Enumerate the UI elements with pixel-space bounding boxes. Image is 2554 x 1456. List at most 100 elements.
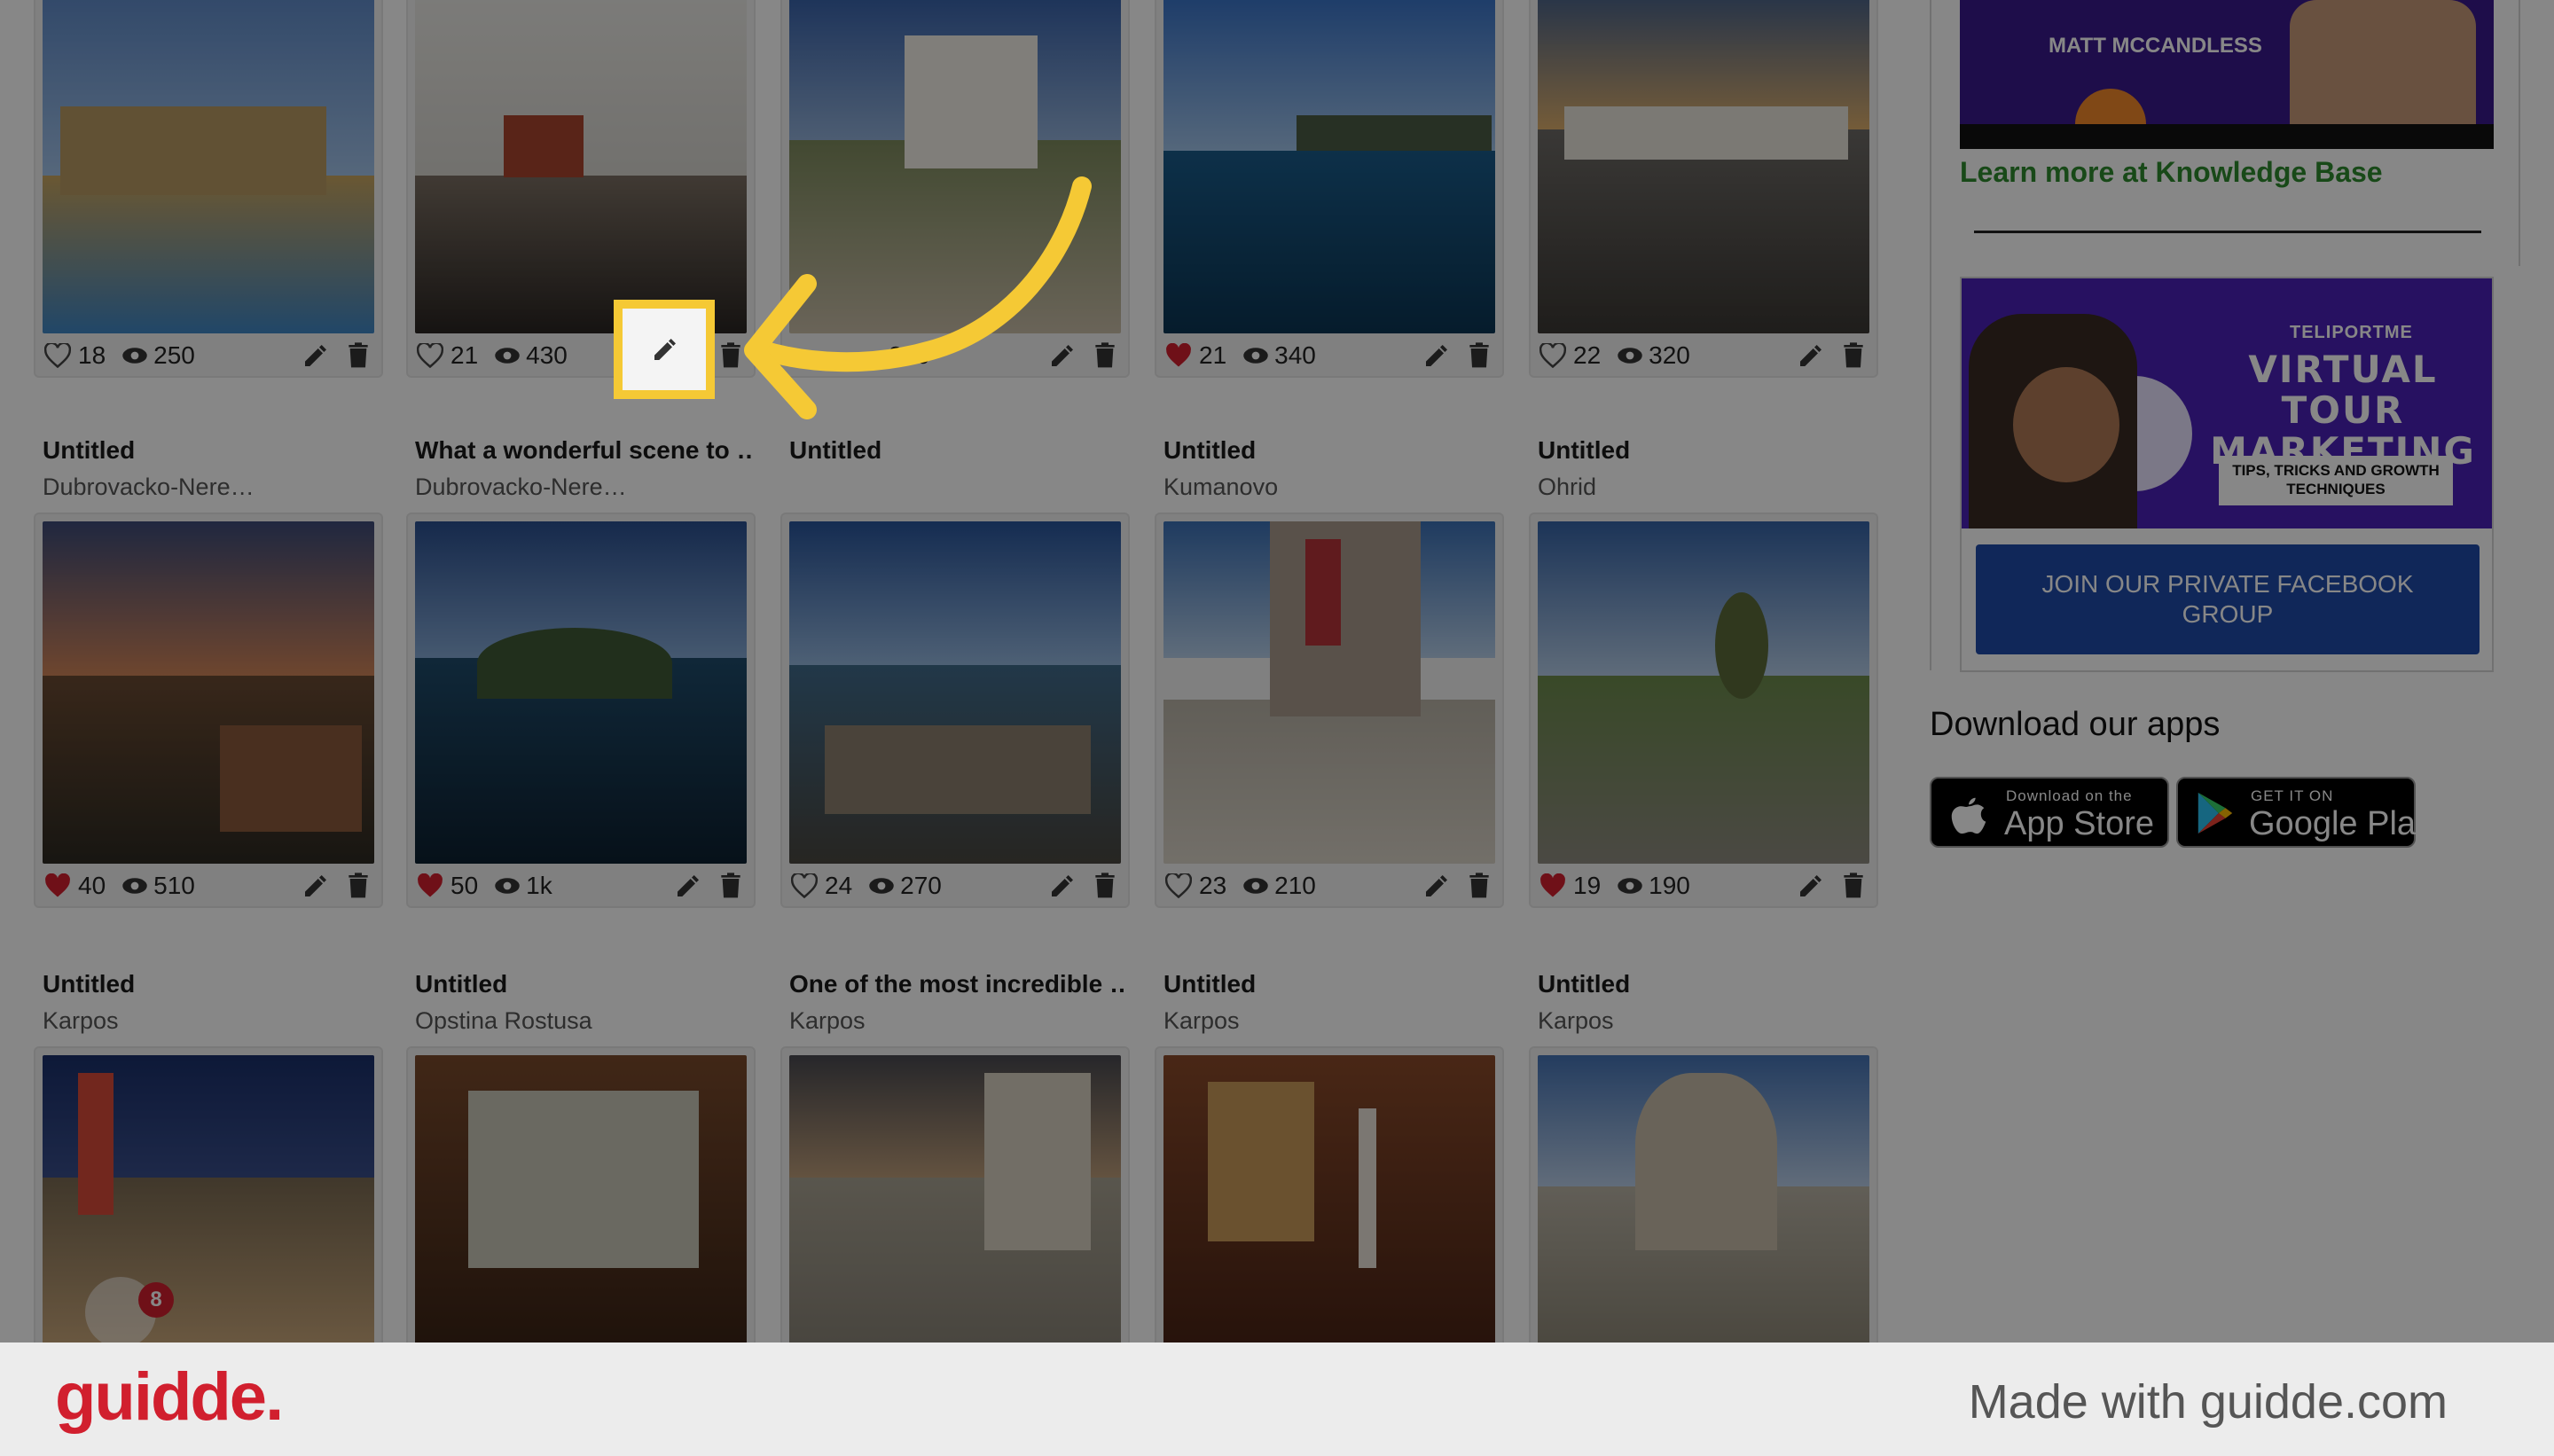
app-store-label: App Store bbox=[2004, 805, 2154, 842]
view-count: 320 bbox=[1649, 341, 1690, 369]
thumbnail-image[interactable] bbox=[1163, 1055, 1495, 1342]
pointer-arrow bbox=[744, 176, 1092, 419]
view-count: 250 bbox=[153, 341, 195, 369]
card-title[interactable]: Untitled bbox=[43, 436, 380, 465]
trash-icon[interactable] bbox=[1091, 872, 1119, 900]
card-location: Karpos bbox=[1163, 1007, 1240, 1034]
view-count: 430 bbox=[526, 341, 568, 369]
thumbnail-frame: 24 270 bbox=[780, 513, 1130, 908]
heart-icon[interactable] bbox=[1539, 343, 1566, 368]
made-with-text: Made with guidde.com bbox=[1968, 1375, 2448, 1429]
like-count: 22 bbox=[1573, 341, 1602, 369]
card-location: Kumanovo bbox=[1163, 474, 1279, 500]
thumbnail-image[interactable] bbox=[43, 521, 374, 864]
page: 18 250 21 430 240 21 340 22 320 Untitled… bbox=[0, 0, 2554, 1342]
banner-tagline: TIPS, TRICKS AND GROWTH TECHNIQUES bbox=[2219, 456, 2453, 505]
card-stats: 24 270 bbox=[782, 865, 1128, 906]
trash-icon[interactable] bbox=[717, 872, 745, 900]
pencil-icon[interactable] bbox=[1048, 872, 1077, 900]
thumbnail-frame: 23 210 bbox=[1155, 513, 1504, 908]
pencil-icon[interactable] bbox=[651, 335, 679, 364]
heart-icon[interactable] bbox=[417, 343, 443, 368]
card-title[interactable]: Untitled bbox=[415, 970, 752, 998]
thumbnail-image[interactable] bbox=[415, 0, 747, 333]
thumbnail-image[interactable] bbox=[1538, 521, 1869, 864]
eye-icon bbox=[495, 348, 520, 364]
banner-headline: VIRTUAL TOUR MARKETING bbox=[2201, 349, 2485, 472]
view-count: 190 bbox=[1649, 872, 1690, 899]
google-play-caption: GET IT ON bbox=[2251, 787, 2334, 804]
card-stats: 40 510 bbox=[35, 865, 381, 906]
eye-icon bbox=[1243, 878, 1268, 894]
promo-card-virtual-tour: TELIPORTME VIRTUAL TOUR MARKETING TIPS, … bbox=[1960, 277, 2494, 672]
card-title[interactable]: Untitled bbox=[1538, 436, 1875, 465]
heart-icon[interactable] bbox=[1165, 873, 1192, 898]
google-play-button[interactable]: GET IT ON Google Play bbox=[2176, 777, 2433, 848]
knowledge-base-link[interactable]: Learn more at Knowledge Base bbox=[1960, 156, 2383, 189]
heart-icon[interactable] bbox=[417, 873, 443, 898]
divider bbox=[1974, 231, 2481, 233]
virtual-tour-banner[interactable]: TELIPORTME VIRTUAL TOUR MARKETING TIPS, … bbox=[1962, 278, 2492, 528]
like-count: 21 bbox=[1199, 341, 1227, 369]
thumbnail-image[interactable] bbox=[789, 521, 1121, 864]
pencil-icon[interactable] bbox=[302, 341, 330, 370]
app-store-button[interactable]: Download on the App Store bbox=[1930, 777, 2169, 848]
thumbnail-frame: 50 1k bbox=[406, 513, 756, 908]
pencil-icon[interactable] bbox=[302, 872, 330, 900]
pencil-icon[interactable] bbox=[1422, 341, 1451, 370]
view-count: 270 bbox=[900, 872, 942, 899]
thumbnail-image[interactable] bbox=[43, 0, 374, 333]
trash-icon[interactable] bbox=[344, 872, 372, 900]
apple-icon bbox=[1951, 797, 1986, 834]
join-facebook-group-button[interactable]: JOIN OUR PRIVATE FACEBOOK GROUP bbox=[1976, 544, 2480, 654]
card-title[interactable]: One of the most incredible … bbox=[789, 970, 1126, 998]
thumbnail-image[interactable] bbox=[1163, 521, 1495, 864]
eye-icon bbox=[1618, 348, 1642, 364]
presenter-photo bbox=[1969, 314, 2137, 528]
trash-icon[interactable] bbox=[1465, 872, 1493, 900]
thumbnail-image[interactable] bbox=[1163, 0, 1495, 333]
trash-icon[interactable] bbox=[1839, 341, 1868, 370]
card-location: Karpos bbox=[43, 1007, 119, 1034]
like-count: 21 bbox=[450, 341, 479, 369]
highlighted-edit-button[interactable] bbox=[614, 300, 715, 399]
card-title[interactable]: Untitled bbox=[43, 970, 380, 998]
guidde-logo: guidde. bbox=[55, 1359, 284, 1435]
view-count: 210 bbox=[1274, 872, 1316, 899]
pencil-icon[interactable] bbox=[1797, 341, 1825, 370]
thumbnail-image[interactable] bbox=[1538, 0, 1869, 333]
thumbnail-image[interactable] bbox=[415, 521, 747, 864]
pencil-icon[interactable] bbox=[674, 872, 702, 900]
thumbnail-image[interactable] bbox=[415, 1055, 747, 1342]
heart-icon[interactable] bbox=[791, 873, 818, 898]
card-title[interactable]: Untitled bbox=[1163, 970, 1500, 998]
thumbnail-frame: 19 190 bbox=[1529, 513, 1878, 908]
brand-name: TELIPORTME bbox=[2290, 323, 2413, 342]
presenter-photo bbox=[2290, 0, 2476, 124]
heart-icon[interactable] bbox=[44, 873, 71, 898]
thumbnail-frame bbox=[1155, 1046, 1504, 1342]
thumbnail-image[interactable] bbox=[789, 1055, 1121, 1342]
pencil-icon[interactable] bbox=[1422, 872, 1451, 900]
card-title[interactable]: What a wonderful scene to … bbox=[415, 436, 752, 465]
thumbnail-frame bbox=[780, 1046, 1130, 1342]
heart-icon[interactable] bbox=[1165, 343, 1192, 368]
card-location: Opstina Rostusa bbox=[415, 1007, 592, 1034]
pencil-icon[interactable] bbox=[1797, 872, 1825, 900]
trash-icon[interactable] bbox=[344, 341, 372, 370]
view-count: 1k bbox=[526, 872, 552, 899]
card-title[interactable]: Untitled bbox=[1163, 436, 1500, 465]
thumbnail-frame: 22 320 bbox=[1529, 0, 1878, 378]
card-title[interactable]: Untitled bbox=[1538, 970, 1875, 998]
presenter-name: MATT MCCANDLESS bbox=[2049, 34, 2262, 58]
like-count: 23 bbox=[1199, 872, 1227, 899]
card-stats: 19 190 bbox=[1531, 865, 1876, 906]
trash-icon[interactable] bbox=[1465, 341, 1493, 370]
eye-icon bbox=[122, 878, 147, 894]
heart-icon[interactable] bbox=[44, 343, 71, 368]
heart-icon[interactable] bbox=[1539, 873, 1566, 898]
promo-banner-matt[interactable]: MATT MCCANDLESS bbox=[1960, 0, 2494, 149]
card-location: Dubrovacko-Nere… bbox=[43, 474, 255, 500]
thumbnail-image[interactable] bbox=[1538, 1055, 1869, 1342]
trash-icon[interactable] bbox=[1839, 872, 1868, 900]
